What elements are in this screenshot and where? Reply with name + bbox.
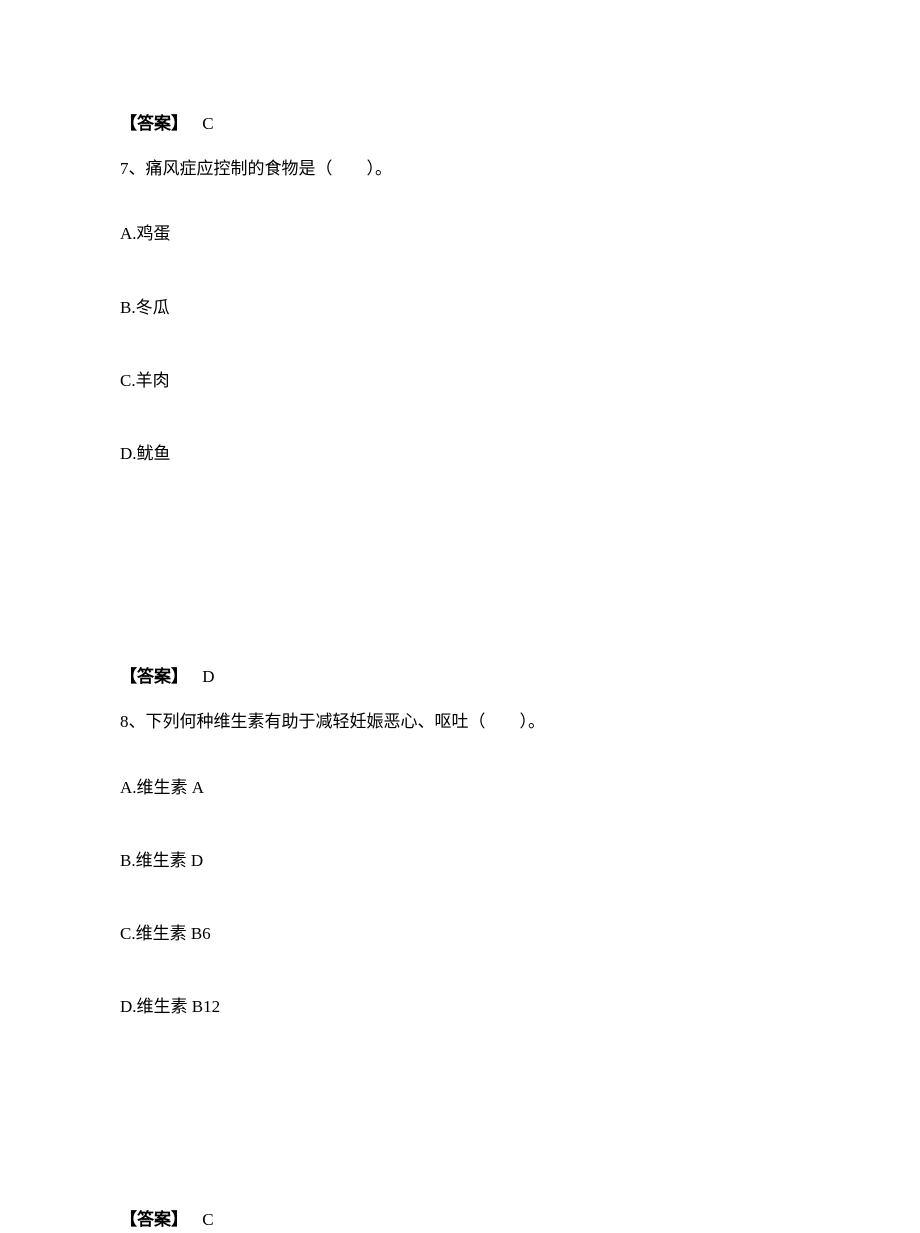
option-8c: C.维生素 B6 xyxy=(120,920,800,947)
answer-label: 【答案】 xyxy=(120,1210,188,1229)
answer-value: C xyxy=(202,1210,213,1229)
option-7c: C.羊肉 xyxy=(120,367,800,394)
answer-prev: 【答案】 C xyxy=(120,110,800,137)
option-8b: B.维生素 D xyxy=(120,847,800,874)
question-number: 8、 xyxy=(120,712,146,731)
spacer xyxy=(120,1066,800,1206)
answer-8: 【答案】 C xyxy=(120,1206,800,1233)
answer-value: D xyxy=(202,667,214,686)
option-7d: D.鱿鱼 xyxy=(120,440,800,467)
question-number: 7、 xyxy=(120,159,146,178)
answer-7: 【答案】 D xyxy=(120,663,800,690)
answer-value: C xyxy=(202,114,213,133)
question-8: 8、下列何种维生素有助于减轻妊娠恶心、呕吐（ ）。 xyxy=(120,708,800,735)
question-text: 痛风症应控制的食物是（ ）。 xyxy=(146,159,393,178)
option-8d: D.维生素 B12 xyxy=(120,993,800,1020)
question-7: 7、痛风症应控制的食物是（ ）。 xyxy=(120,155,800,182)
answer-label: 【答案】 xyxy=(120,667,188,686)
question-text: 下列何种维生素有助于减轻妊娠恶心、呕吐（ ）。 xyxy=(146,712,546,731)
option-7b: B.冬瓜 xyxy=(120,294,800,321)
option-8a: A.维生素 A xyxy=(120,774,800,801)
spacer xyxy=(120,513,800,663)
answer-label: 【答案】 xyxy=(120,114,188,133)
option-7a: A.鸡蛋 xyxy=(120,220,800,247)
